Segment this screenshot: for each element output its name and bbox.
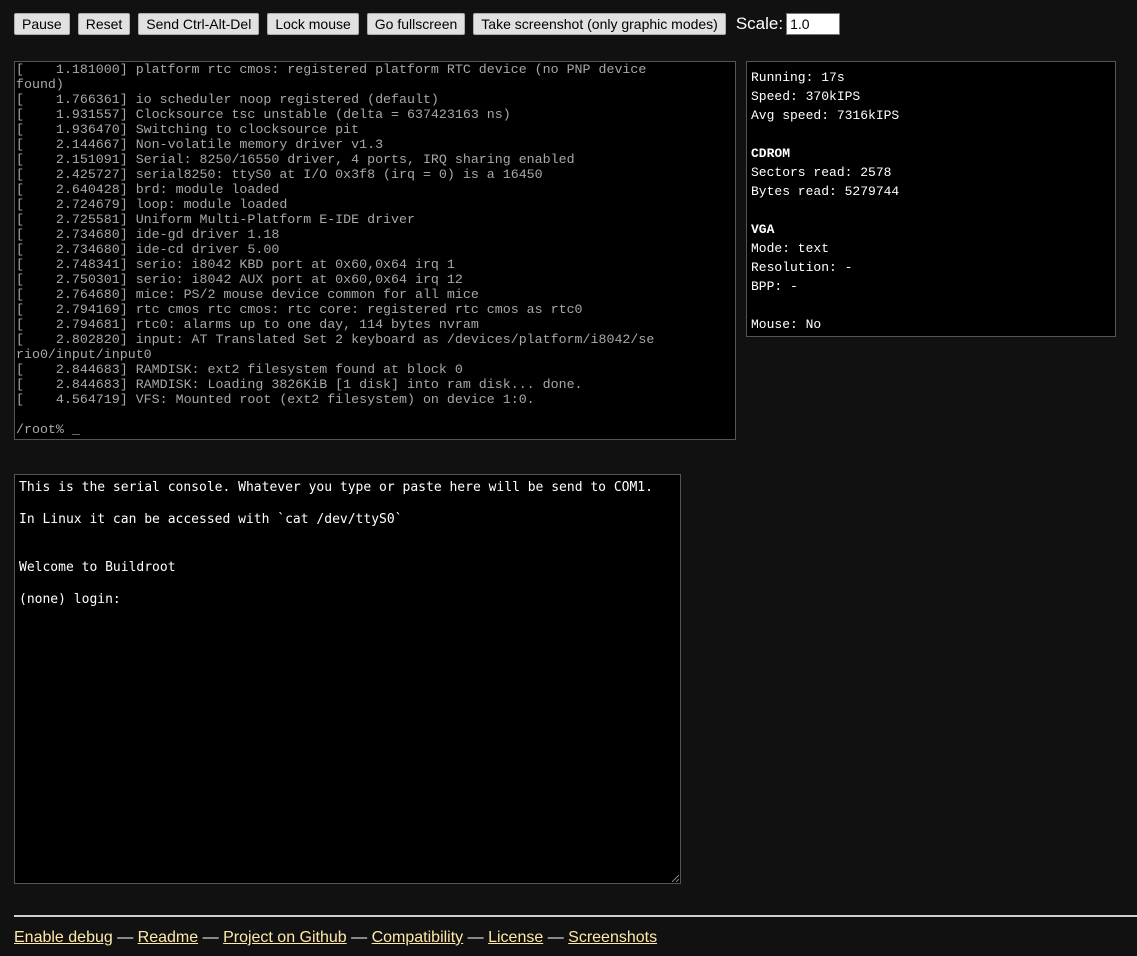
bytes-read-value: Bytes read: 5279744	[751, 184, 900, 199]
license-link[interactable]: License	[488, 929, 543, 946]
screenshot-button[interactable]: Take screenshot (only graphic modes)	[473, 13, 726, 35]
screen-line: [ 1.931557] Clocksource tsc unstable (de…	[16, 107, 511, 122]
stats-panel: Running: 17s Speed: 370kIPS Avg speed: 7…	[746, 61, 1116, 337]
readme-link[interactable]: Readme	[138, 929, 198, 946]
sectors-read-value: Sectors read: 2578	[751, 165, 892, 180]
vga-bpp-value: BPP: -	[751, 279, 798, 294]
serial-console-text: This is the serial console. Whatever you…	[19, 480, 653, 607]
mouse-status-value: Mouse: No	[751, 317, 822, 332]
screen-line: [ 1.766361] io scheduler noop registered…	[16, 92, 439, 107]
screen-line: [ 2.734680] ide-gd driver 1.18	[16, 227, 280, 242]
footer-separator: —	[117, 929, 134, 946]
screen-line	[16, 407, 735, 422]
scale-label: Scale:	[735, 14, 784, 33]
screen-line: [ 2.802820] input: AT Translated Set 2 k…	[16, 332, 655, 347]
lock-mouse-button[interactable]: Lock mouse	[267, 13, 359, 35]
screen-line: [ 2.725581] Uniform Multi-Platform E-IDE…	[16, 212, 415, 227]
github-link[interactable]: Project on Github	[223, 929, 347, 946]
screen-line: [ 2.794681] rtc0: alarms up to one day, …	[16, 317, 479, 332]
footer-separator: —	[547, 929, 564, 946]
scale-input[interactable]	[786, 13, 841, 35]
avg-speed-value: Avg speed: 7316kIPS	[751, 108, 900, 123]
cdrom-heading: CDROM	[751, 146, 791, 161]
screen-text: [ 1.181000] platform rtc cmos: registere…	[15, 62, 735, 437]
vga-screen[interactable]: [ 1.181000] platform rtc cmos: registere…	[14, 61, 736, 440]
stats-spacer	[751, 201, 1111, 220]
screen-line: [ 2.425727] serial8250: ttyS0 at I/O 0x3…	[16, 167, 543, 182]
screen-line: [ 1.181000] platform rtc cmos: registere…	[16, 62, 647, 77]
screen-line: [ 2.734680] ide-cd driver 5.00	[16, 242, 280, 257]
running-time: Running: 17s	[751, 70, 845, 85]
screen-line: [ 2.794169] rtc cmos rtc cmos: rtc core:…	[16, 302, 583, 317]
screen-line: rio0/input/input0	[16, 347, 152, 362]
screen-line: found)	[16, 77, 64, 92]
toolbar: Pause Reset Send Ctrl-Alt-Del Lock mouse…	[14, 13, 841, 35]
screen-line: [ 2.144667] Non-volatile memory driver v…	[16, 137, 384, 152]
fullscreen-button[interactable]: Go fullscreen	[366, 13, 466, 35]
reset-button[interactable]: Reset	[77, 13, 131, 35]
enable-debug-link[interactable]: Enable debug	[14, 929, 113, 946]
screen-line: [ 4.564719] VFS: Mounted root (ext2 file…	[16, 392, 535, 407]
screen-line: [ 2.844683] RAMDISK: Loading 3826KiB [1 …	[16, 377, 583, 392]
stats-spacer	[751, 125, 1111, 144]
speed-value: Speed: 370kIPS	[751, 89, 861, 104]
vga-mode-value: Mode: text	[751, 241, 830, 256]
screen-line: [ 2.151091] Serial: 8250/16550 driver, 4…	[16, 152, 575, 167]
screen-line: [ 2.750301] serio: i8042 AUX port at 0x6…	[16, 272, 463, 287]
screen-line: [ 1.936470] Switching to clocksource pit	[16, 122, 360, 137]
screen-line: [ 2.724679] loop: module loaded	[16, 197, 288, 212]
ctrl-alt-del-button[interactable]: Send Ctrl-Alt-Del	[138, 13, 260, 35]
footer-separator: —	[202, 929, 219, 946]
footer-divider	[14, 915, 1137, 917]
pause-button[interactable]: Pause	[14, 13, 70, 35]
compatibility-link[interactable]: Compatibility	[372, 929, 464, 946]
screen-line: [ 2.640428] brd: module loaded	[16, 182, 280, 197]
vga-resolution-value: Resolution: -	[751, 260, 853, 275]
serial-console-textarea[interactable]: This is the serial console. Whatever you…	[14, 474, 681, 884]
footer-links: Enable debug — Readme — Project on Githu…	[14, 929, 657, 947]
screen-line: [ 2.844683] RAMDISK: ext2 filesystem fou…	[16, 362, 463, 377]
screenshots-link[interactable]: Screenshots	[568, 929, 657, 946]
vga-heading: VGA	[751, 222, 775, 237]
screen-line: /root% _	[16, 422, 80, 437]
footer-separator: —	[351, 929, 368, 946]
screen-line: [ 2.748341] serio: i8042 KBD port at 0x6…	[16, 257, 455, 272]
footer-separator: —	[467, 929, 484, 946]
stats-spacer	[751, 296, 1111, 315]
resize-grip-icon[interactable]	[671, 874, 679, 882]
screen-line: [ 2.764680] mice: PS/2 mouse device comm…	[16, 287, 479, 302]
